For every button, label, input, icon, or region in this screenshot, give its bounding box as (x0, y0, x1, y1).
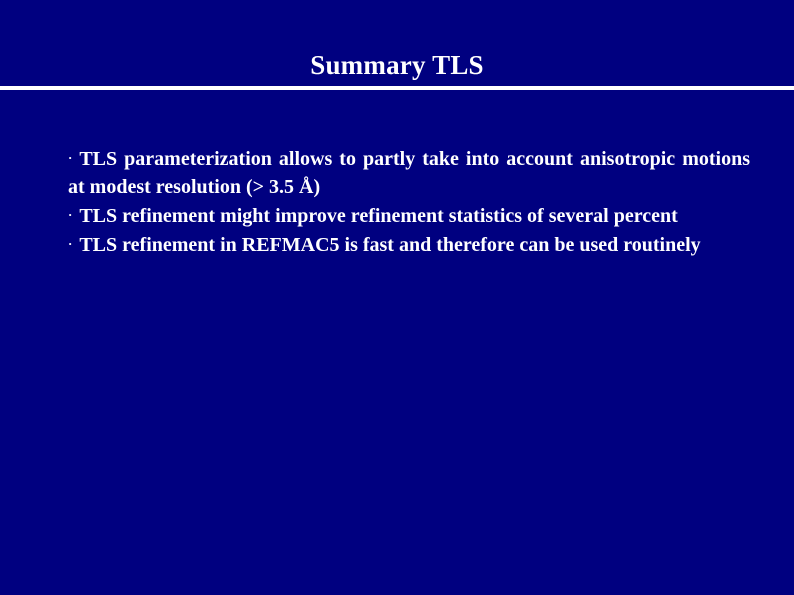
bullet-item-text: TLS parameterization allows to partly ta… (68, 148, 750, 198)
bullet-point-icon: · (68, 207, 73, 222)
bullet-item: · TLS parameterization allows to partly t… (68, 144, 750, 201)
page-title: Summary TLS (310, 50, 484, 80)
bullet-point-icon: · (68, 150, 73, 165)
slide-body-content: · TLS parameterization allows to partly t… (68, 144, 750, 259)
bullet-item-text: TLS refinement in REFMAC5 is fast and th… (79, 234, 701, 256)
bullet-item: · TLS refinement in REFMAC5 is fast and t… (68, 230, 750, 259)
bullet-item-text: TLS refinement might improve refinement … (79, 205, 678, 227)
title-divider (0, 86, 794, 90)
bullet-point-icon: · (68, 236, 73, 251)
bullet-item: · TLS refinement might improve refinement… (68, 201, 750, 230)
presentation-slide: Summary TLS · TLS parameterization allows… (0, 0, 794, 595)
